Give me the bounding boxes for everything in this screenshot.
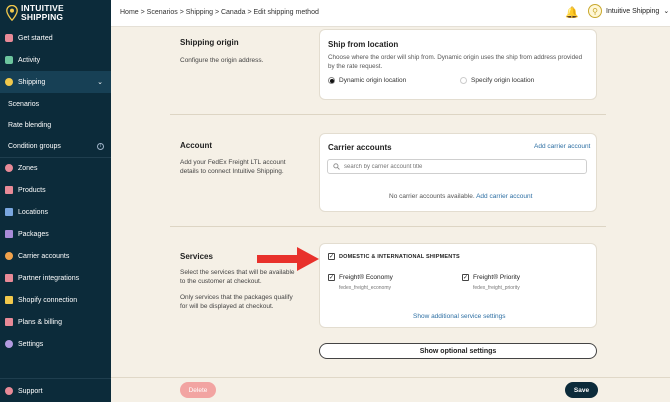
sidebar-item-label: Activity (18, 56, 41, 64)
gear-icon (5, 340, 13, 348)
locations-icon (5, 208, 13, 216)
sidebar-item-shopify-connection[interactable]: Shopify connection (0, 289, 111, 311)
radio-label: Dynamic origin location (339, 77, 407, 84)
sidebar-item-scenarios[interactable]: Scenarios (0, 93, 111, 115)
sidebar-item-label: Shopify connection (18, 296, 78, 304)
show-additional-service-settings-link[interactable]: Show additional service settings (413, 313, 506, 320)
shopify-icon (5, 296, 13, 304)
top-bar: Home > Scenarios > Shipping > Canada > E… (111, 0, 670, 27)
sidebar-item-label: Get started (18, 34, 53, 42)
breadcrumb[interactable]: Home > Scenarios > Shipping > Canada > E… (120, 9, 319, 16)
radio-dynamic-origin[interactable]: Dynamic origin location (328, 77, 406, 84)
card-title-carrier-accounts: Carrier accounts (328, 143, 392, 152)
checkbox-label: DOMESTIC & INTERNATIONAL SHIPMENTS (339, 253, 460, 260)
delete-button[interactable]: Delete (180, 382, 216, 398)
checkbox-checked-icon: ✓ (462, 274, 469, 281)
checkbox-freight-priority[interactable]: ✓ Freight® Priority (462, 274, 520, 281)
account-menu[interactable]: ⚲ Intuitive Shipping ⌄ (588, 4, 669, 18)
sidebar-item-label: Shipping (18, 78, 46, 86)
sidebar-item-label: Settings (18, 340, 44, 348)
support-icon (5, 387, 13, 395)
section-divider (170, 114, 606, 115)
section-title-origin: Shipping origin (180, 38, 239, 47)
sidebar-item-activity[interactable]: Activity (0, 49, 111, 71)
section-desc-services-2: Only services that the packages qualify … (180, 294, 293, 310)
brand-line2: SHIPPING (21, 12, 64, 22)
location-pin-icon (6, 5, 18, 21)
sidebar-item-settings[interactable]: Settings (0, 333, 111, 355)
chevron-down-icon: ⌄ (97, 79, 103, 86)
add-carrier-account-link[interactable]: Add carrier account (534, 143, 590, 150)
sidebar-item-condition-groups[interactable]: Condition groups i (0, 135, 111, 157)
sidebar-item-products[interactable]: Products (0, 179, 111, 201)
sidebar-item-label: Partner integrations (18, 274, 80, 282)
service-code: fedex_freight_economy (339, 285, 391, 291)
service-code: fedex_freight_priority (473, 285, 520, 291)
sidebar-item-get-started[interactable]: Get started (0, 27, 111, 49)
empty-add-link[interactable]: Add carrier account (476, 193, 532, 200)
bulb-icon (5, 78, 13, 86)
search-icon (333, 163, 340, 170)
checkbox-label: Freight® Economy (339, 274, 393, 281)
show-optional-settings-button[interactable]: Show optional settings (319, 343, 597, 359)
checkbox-domestic-international[interactable]: ✓ DOMESTIC & INTERNATIONAL SHIPMENTS (328, 253, 460, 260)
card-title-ship-from: Ship from location (328, 40, 399, 49)
carrier-icon (5, 252, 13, 260)
sidebar-item-partner-integrations[interactable]: Partner integrations (0, 267, 111, 289)
radio-unselected-icon (460, 77, 467, 84)
sidebar-item-shipping[interactable]: Shipping ⌄ (0, 71, 111, 93)
save-button[interactable]: Save (565, 382, 598, 398)
sidebar-item-label: Support (18, 387, 43, 395)
section-desc-account: Add your FedEx Freight LTL account detai… (180, 159, 286, 175)
section-divider (170, 226, 606, 227)
partner-icon (5, 274, 13, 282)
checkbox-checked-icon: ✓ (328, 274, 335, 281)
section-desc-origin: Configure the origin address. (180, 57, 264, 64)
sidebar: INTUITIVE SHIPPING Get started Activity … (0, 0, 111, 402)
checkbox-freight-economy[interactable]: ✓ Freight® Economy (328, 274, 393, 281)
brand-logo[interactable]: INTUITIVE SHIPPING (6, 4, 64, 22)
empty-text: No carrier accounts available. (389, 193, 475, 200)
sidebar-item-carrier-accounts[interactable]: Carrier accounts (0, 245, 111, 267)
section-title-account: Account (180, 141, 212, 150)
carrier-search-box[interactable] (327, 159, 587, 174)
radio-specify-origin[interactable]: Specify origin location (460, 77, 534, 84)
divider (0, 378, 111, 379)
sidebar-item-packages[interactable]: Packages (0, 223, 111, 245)
sidebar-item-label: Packages (18, 230, 49, 238)
carrier-search-input[interactable] (344, 163, 574, 170)
sidebar-item-label: Plans & billing (18, 318, 62, 326)
sidebar-item-label: Scenarios (8, 100, 40, 108)
sidebar-item-label: Products (18, 186, 46, 194)
sidebar-item-plans-billing[interactable]: Plans & billing (0, 311, 111, 333)
sidebar-item-label: Carrier accounts (18, 252, 70, 260)
billing-icon (5, 318, 13, 326)
sidebar-item-label: Zones (18, 164, 38, 172)
red-arrow-icon (257, 247, 319, 271)
account-name: Intuitive Shipping (606, 7, 660, 15)
rocket-icon (5, 34, 13, 42)
card-text-ship-from: Choose where the order will ship from. D… (328, 54, 583, 70)
section-title-services: Services (180, 252, 213, 261)
sidebar-item-zones[interactable]: Zones (0, 157, 111, 179)
sidebar-item-label: Condition groups (8, 142, 61, 150)
sidebar-item-rate-blending[interactable]: Rate blending (0, 114, 111, 136)
chevron-down-icon: ⌄ (663, 8, 670, 15)
products-icon (5, 186, 13, 194)
sidebar-item-support[interactable]: Support (0, 380, 111, 402)
checkbox-checked-icon: ✓ (328, 253, 335, 260)
info-icon[interactable]: i (97, 142, 104, 150)
account-avatar-icon: ⚲ (588, 4, 602, 18)
sidebar-item-locations[interactable]: Locations (0, 201, 111, 223)
radio-selected-icon (328, 77, 335, 84)
sidebar-item-label: Rate blending (8, 121, 52, 129)
sidebar-item-label: Locations (18, 208, 48, 216)
activity-icon (5, 56, 13, 64)
radio-label: Specify origin location (471, 77, 535, 84)
zones-icon (5, 164, 13, 172)
empty-state: No carrier accounts available. Add carri… (389, 193, 532, 200)
package-icon (5, 230, 13, 238)
checkbox-label: Freight® Priority (473, 274, 521, 281)
bell-icon[interactable]: 🔔 (565, 6, 579, 19)
